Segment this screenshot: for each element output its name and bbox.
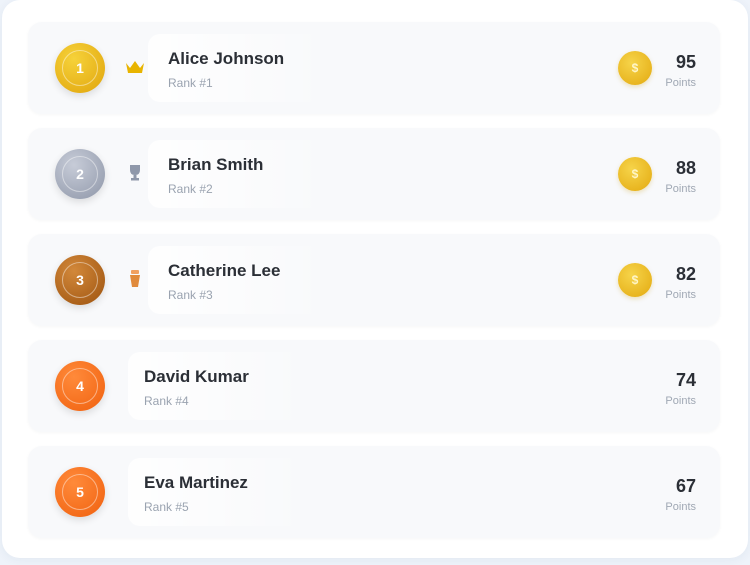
rank-badge: 1 bbox=[55, 43, 105, 93]
coin-icon: $ bbox=[618, 263, 652, 297]
score-unit: Points bbox=[665, 395, 696, 407]
leaderboard-row[interactable]: 5 Eva Martinez Rank #5 67 Points bbox=[28, 446, 720, 538]
leaderboard-row[interactable]: 4 David Kumar Rank #4 74 Points bbox=[28, 340, 720, 432]
rank-badge: 4 bbox=[55, 361, 105, 411]
player-rank-label: Rank #4 bbox=[144, 394, 189, 408]
player-rank-label: Rank #2 bbox=[168, 182, 213, 196]
player-name: Brian Smith bbox=[168, 155, 264, 174]
coin-icon: $ bbox=[618, 157, 652, 191]
rank-badge: 2 bbox=[55, 149, 105, 199]
crown-icon bbox=[124, 56, 146, 78]
player-name: Eva Martinez bbox=[144, 473, 248, 492]
player-score: 82 bbox=[675, 264, 696, 284]
leaderboard-row[interactable]: 1 Alice Johnson Rank #1 $ 95 Points bbox=[28, 22, 720, 114]
player-rank-label: Rank #5 bbox=[144, 500, 189, 514]
player-score: 88 bbox=[675, 158, 696, 178]
leaderboard-row[interactable]: 3 Catherine Lee Rank #3 $ 82 Points bbox=[28, 234, 720, 326]
score-unit: Points bbox=[665, 183, 696, 195]
score-unit: Points bbox=[665, 77, 696, 89]
player-name: David Kumar bbox=[144, 367, 249, 386]
player-score: 74 bbox=[675, 370, 696, 390]
player-score: 67 bbox=[675, 476, 696, 496]
score-unit: Points bbox=[665, 501, 696, 513]
player-score: 95 bbox=[675, 52, 696, 72]
coin-icon: $ bbox=[618, 51, 652, 85]
bronze-trophy-icon bbox=[124, 268, 146, 290]
rank-badge: 5 bbox=[55, 467, 105, 517]
player-name: Catherine Lee bbox=[168, 261, 281, 280]
silver-trophy-icon bbox=[124, 162, 146, 184]
player-rank-label: Rank #3 bbox=[168, 288, 213, 302]
player-name: Alice Johnson bbox=[168, 49, 285, 68]
leaderboard-row[interactable]: 2 Brian Smith Rank #2 $ 88 Points bbox=[28, 128, 720, 220]
leaderboard-card: 1 Alice Johnson Rank #1 $ 95 Points 2 Br… bbox=[2, 0, 748, 558]
rank-badge: 3 bbox=[55, 255, 105, 305]
player-rank-label: Rank #1 bbox=[168, 76, 213, 90]
score-unit: Points bbox=[665, 289, 696, 301]
leaderboard-list: 1 Alice Johnson Rank #1 $ 95 Points 2 Br… bbox=[28, 22, 720, 552]
